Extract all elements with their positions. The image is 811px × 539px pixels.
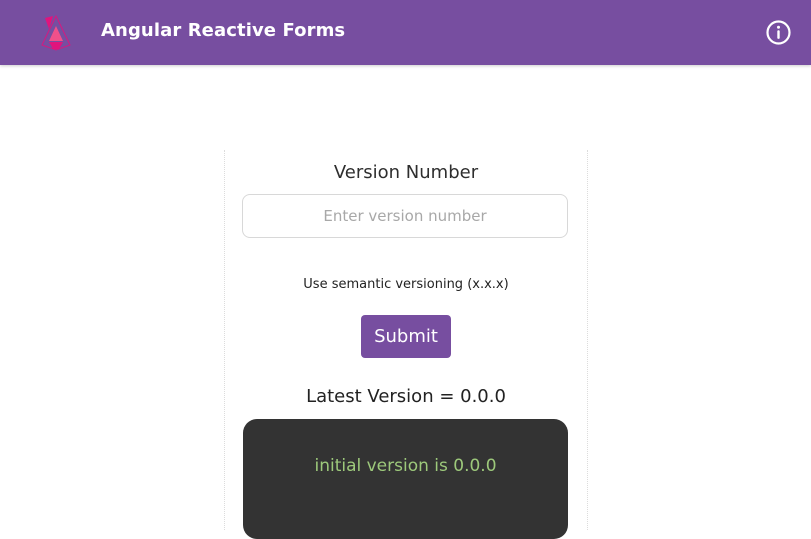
version-number-label: Version Number <box>333 162 479 183</box>
info-circle-icon[interactable] <box>765 19 792 46</box>
semver-hint: Use semantic versioning (x.x.x) <box>303 277 509 292</box>
version-form-card: Version Number Use semantic versioning (… <box>224 150 588 539</box>
app-title: Angular Reactive Forms <box>101 20 346 41</box>
angular-logo-icon <box>41 15 71 51</box>
submit-button[interactable]: Submit <box>361 315 451 358</box>
latest-version-text: Latest Version = 0.0.0 <box>306 386 506 407</box>
app-toolbar: Angular Reactive Forms <box>0 0 811 65</box>
version-log-panel: initial version is 0.0.0 <box>243 419 568 539</box>
version-number-input[interactable] <box>242 194 568 238</box>
version-log-text: initial version is 0.0.0 <box>314 456 497 476</box>
